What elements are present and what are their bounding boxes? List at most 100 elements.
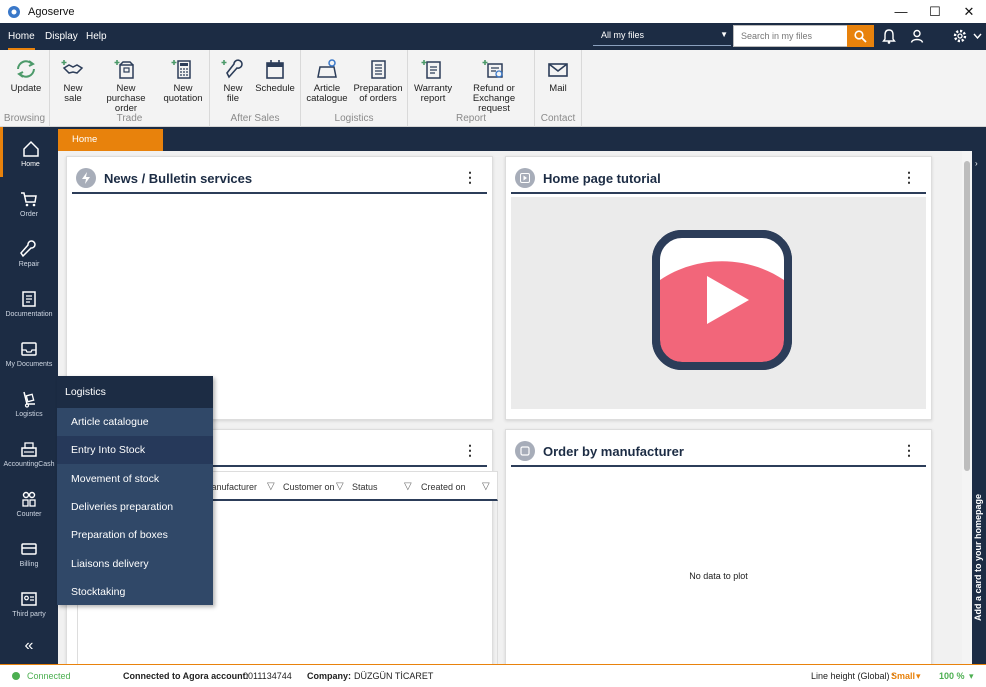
hand-truck-icon bbox=[23, 391, 35, 408]
ribbon-group-after-sales: New file Schedule After Sales bbox=[210, 50, 301, 127]
nav-logistics[interactable]: Logistics bbox=[0, 377, 58, 427]
nav-home[interactable]: Home bbox=[0, 127, 58, 177]
orders-card-menu-icon[interactable]: ⋮ bbox=[463, 442, 477, 459]
line-height-dropdown-icon[interactable]: ▾ bbox=[916, 671, 921, 682]
filter-icon[interactable]: ▽ bbox=[267, 481, 275, 492]
title-bar: Agoserve — ☐ ✕ bbox=[0, 0, 986, 23]
video-play-icon[interactable] bbox=[652, 230, 792, 370]
flyout-item-liaisons-delivery[interactable]: Liaisons delivery bbox=[57, 550, 213, 578]
schedule-button[interactable]: Schedule bbox=[254, 58, 296, 94]
new-quotation-button[interactable]: New quotation bbox=[162, 58, 204, 104]
tutorial-card: Home page tutorial ⋮ bbox=[505, 156, 932, 420]
scrollbar-thumb[interactable] bbox=[964, 161, 970, 471]
flyout-item-deliveries-preparation[interactable]: Deliveries preparation bbox=[57, 493, 213, 521]
refund-exchange-request-button[interactable]: Refund or Exchange request bbox=[458, 58, 530, 114]
breadcrumb: Home bbox=[58, 127, 986, 151]
filter-icon[interactable]: ▽ bbox=[482, 481, 490, 492]
new-purchase-order-label-2: purchase order bbox=[106, 93, 146, 114]
group-label-after-sales: After Sales bbox=[230, 113, 280, 124]
file-scope-value: All my files bbox=[601, 30, 645, 40]
chevron-right-icon[interactable]: › bbox=[975, 159, 978, 168]
group-label-contact: Contact bbox=[540, 113, 576, 124]
line-height-value[interactable]: Small bbox=[891, 671, 915, 681]
handshake-icon bbox=[61, 60, 84, 74]
calendar-icon bbox=[266, 60, 284, 79]
add-card-panel[interactable]: › Add a card to your homepage bbox=[972, 151, 986, 664]
purchase-box-icon bbox=[114, 60, 134, 79]
article-catalogue-button[interactable]: Article catalogue bbox=[306, 58, 348, 104]
nav-logistics-label: Logistics bbox=[15, 411, 43, 418]
warranty-report-icon bbox=[421, 60, 441, 79]
nav-order[interactable]: Order bbox=[0, 177, 58, 227]
document-icon bbox=[22, 291, 36, 307]
collapse-nav-icon[interactable]: « bbox=[0, 637, 58, 655]
tutorial-card-menu-icon[interactable]: ⋮ bbox=[902, 169, 916, 186]
nav-accounting-cash-label: AccountingCash bbox=[3, 461, 55, 468]
nav-my-documents[interactable]: My Documents bbox=[0, 327, 58, 377]
tutorial-video-area[interactable] bbox=[511, 197, 926, 409]
menu-home[interactable]: Home bbox=[8, 23, 35, 50]
preparation-of-orders-label-2: of orders bbox=[359, 93, 397, 104]
tutorial-card-title: Home page tutorial bbox=[543, 171, 661, 186]
settings-gear-icon[interactable] bbox=[950, 27, 970, 45]
menu-display[interactable]: Display bbox=[45, 23, 78, 50]
window-title: Agoserve bbox=[28, 5, 75, 18]
breadcrumb-home-tab[interactable]: Home bbox=[58, 129, 163, 151]
content-scrollbar[interactable] bbox=[962, 151, 972, 664]
mail-envelope-icon bbox=[548, 63, 568, 77]
nav-accounting-cash[interactable]: AccountingCash bbox=[0, 427, 58, 477]
nav-documentation[interactable]: Documentation bbox=[0, 277, 58, 327]
zoom-level[interactable]: 100 % bbox=[939, 671, 965, 681]
nav-billing[interactable]: Billing bbox=[0, 527, 58, 577]
no-data-message: No data to plot bbox=[689, 571, 748, 581]
nav-repair-label: Repair bbox=[18, 261, 40, 268]
nav-third-party[interactable]: Third party bbox=[0, 577, 58, 627]
group-label-report: Report bbox=[455, 113, 486, 124]
minimize-button[interactable]: — bbox=[884, 0, 918, 23]
new-sale-button[interactable]: New sale bbox=[58, 58, 88, 104]
flyout-item-preparation-of-boxes[interactable]: Preparation of boxes bbox=[57, 521, 213, 549]
flyout-item-entry-into-stock[interactable]: Entry Into Stock bbox=[57, 436, 213, 464]
chart-icon bbox=[515, 441, 535, 461]
update-button[interactable]: Update bbox=[9, 58, 43, 94]
refund-exchange-label-2: Exchange request bbox=[472, 93, 516, 114]
group-label-browsing: Browsing bbox=[3, 113, 46, 124]
new-file-label-2: file bbox=[226, 93, 240, 104]
flyout-item-movement-of-stock[interactable]: Movement of stock bbox=[57, 465, 213, 493]
new-purchase-order-button[interactable]: New purchase order bbox=[96, 58, 156, 114]
menu-help[interactable]: Help bbox=[86, 23, 107, 50]
manufacturer-card-menu-icon[interactable]: ⋮ bbox=[902, 442, 916, 459]
zoom-dropdown-icon[interactable]: ▾ bbox=[969, 671, 974, 682]
notification-bell-icon[interactable] bbox=[879, 27, 899, 45]
mail-button[interactable]: Mail bbox=[543, 58, 573, 94]
filter-icon[interactable]: ▽ bbox=[404, 481, 412, 492]
flyout-item-stocktaking[interactable]: Stocktaking bbox=[57, 578, 213, 606]
order-list-icon bbox=[371, 60, 386, 79]
nav-documentation-label: Documentation bbox=[5, 311, 53, 318]
refresh-icon bbox=[17, 60, 35, 78]
nav-counter-label: Counter bbox=[16, 511, 42, 518]
user-profile-icon[interactable] bbox=[907, 27, 927, 45]
nav-repair[interactable]: Repair bbox=[0, 227, 58, 277]
flyout-item-article-catalogue[interactable]: Article catalogue bbox=[57, 408, 213, 436]
nav-counter[interactable]: Counter bbox=[0, 477, 58, 527]
settings-chevron-down-icon[interactable] bbox=[970, 27, 984, 45]
wrench-icon bbox=[221, 59, 243, 79]
search-button[interactable] bbox=[847, 25, 874, 47]
manufacturer-card: Order by manufacturer ⋮ No data to plot bbox=[505, 429, 932, 664]
search-input[interactable]: Search in my files bbox=[733, 25, 848, 47]
warranty-report-label-2: report bbox=[420, 93, 446, 104]
file-scope-select[interactable]: All my files ▼ bbox=[593, 26, 731, 46]
new-file-button[interactable]: New file bbox=[218, 58, 248, 104]
new-quotation-label-2: quotation bbox=[163, 93, 203, 104]
preparation-of-orders-button[interactable]: Preparation of orders bbox=[353, 58, 403, 104]
col-customer-on[interactable]: Customer on bbox=[283, 482, 335, 492]
warranty-report-button[interactable]: Warranty report bbox=[414, 58, 452, 104]
maximize-button[interactable]: ☐ bbox=[918, 0, 952, 23]
col-created-on[interactable]: Created on bbox=[421, 482, 466, 492]
ribbon: Update Browsing New sale New purchase or… bbox=[0, 50, 986, 127]
close-button[interactable]: ✕ bbox=[952, 0, 986, 23]
filter-icon[interactable]: ▽ bbox=[336, 481, 344, 492]
col-status[interactable]: Status bbox=[352, 482, 378, 492]
news-card-menu-icon[interactable]: ⋮ bbox=[463, 169, 477, 186]
